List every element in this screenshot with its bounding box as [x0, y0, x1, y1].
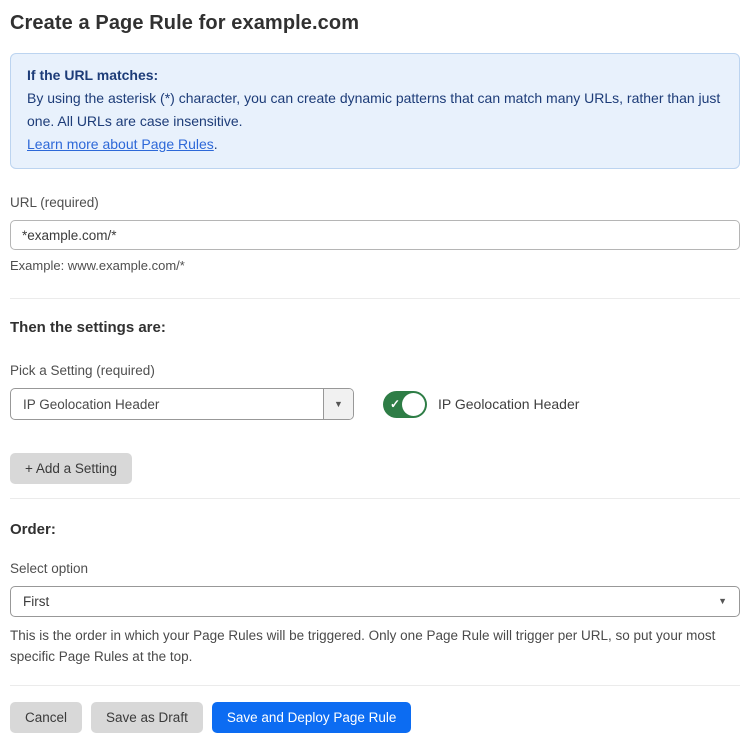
info-box-body: By using the asterisk (*) character, you…	[27, 87, 723, 133]
learn-more-link[interactable]: Learn more about Page Rules	[27, 136, 214, 152]
save-as-draft-button[interactable]: Save as Draft	[91, 702, 203, 733]
pick-setting-label: Pick a Setting (required)	[10, 363, 740, 379]
form-actions: Cancel Save as Draft Save and Deploy Pag…	[10, 702, 740, 733]
order-helper-text: This is the order in which your Page Rul…	[10, 625, 740, 667]
toggle-knob	[402, 393, 425, 416]
toggle-label: IP Geolocation Header	[438, 396, 579, 412]
url-field-label: URL (required)	[10, 195, 740, 211]
info-box-link-line: Learn more about Page Rules.	[27, 133, 723, 156]
divider	[10, 298, 740, 299]
check-icon: ✓	[390, 397, 400, 411]
setting-select-value: IP Geolocation Header	[11, 389, 323, 419]
create-page-rule-form: Create a Page Rule for example.com If th…	[0, 0, 750, 733]
settings-section-heading: Then the settings are:	[10, 319, 740, 337]
info-box-heading: If the URL matches:	[27, 64, 723, 87]
chevron-down-icon: ▼	[718, 597, 727, 606]
order-select-value: First	[23, 594, 49, 609]
link-period: .	[214, 136, 218, 152]
page-title: Create a Page Rule for example.com	[10, 12, 740, 35]
chevron-down-icon: ▼	[334, 400, 343, 409]
divider	[10, 498, 740, 499]
divider	[10, 685, 740, 686]
cancel-button[interactable]: Cancel	[10, 702, 82, 733]
save-and-deploy-button[interactable]: Save and Deploy Page Rule	[212, 702, 412, 733]
url-matches-info-box: If the URL matches: By using the asteris…	[10, 53, 740, 169]
setting-select[interactable]: IP Geolocation Header ▼	[10, 388, 354, 420]
ip-geolocation-toggle[interactable]: ✓	[383, 391, 427, 418]
order-select-label: Select option	[10, 561, 740, 577]
order-select[interactable]: First ▼	[10, 586, 740, 617]
order-section-heading: Order:	[10, 521, 740, 539]
setting-row: IP Geolocation Header ▼ ✓ IP Geolocation…	[10, 388, 740, 420]
url-example-helper: Example: www.example.com/*	[10, 257, 740, 274]
add-setting-button[interactable]: + Add a Setting	[10, 453, 132, 484]
url-input[interactable]	[10, 220, 740, 250]
setting-select-dropdown-button[interactable]: ▼	[323, 389, 353, 419]
